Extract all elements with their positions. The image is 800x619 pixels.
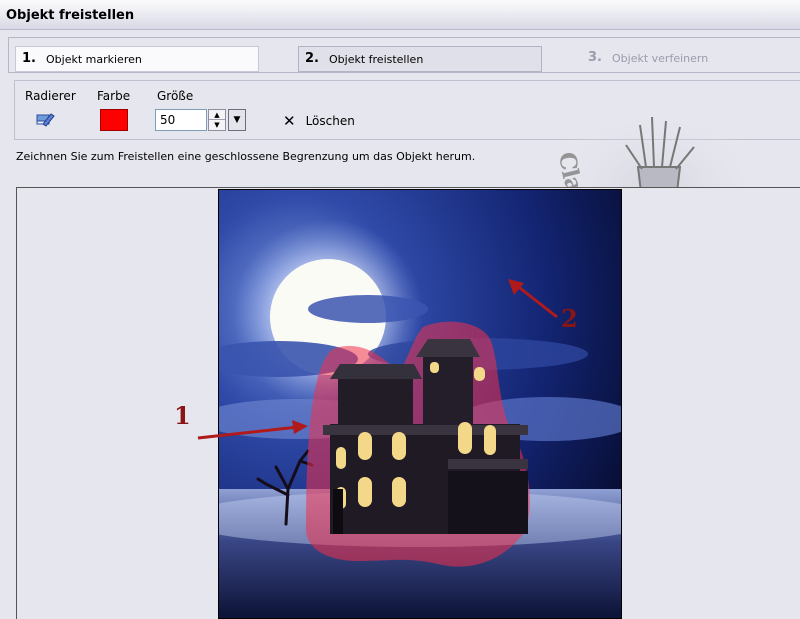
annotation-arrowhead-1 [292,420,308,434]
annotation-arrow-2 [515,283,558,319]
annotation-overlay: 1 2 [174,279,578,440]
annotation-arrowhead-2 [508,279,524,295]
annotation-number-1: 1 [174,401,191,430]
annotation-number-2: 2 [561,304,578,333]
annotation-arrow-1 [197,425,299,440]
